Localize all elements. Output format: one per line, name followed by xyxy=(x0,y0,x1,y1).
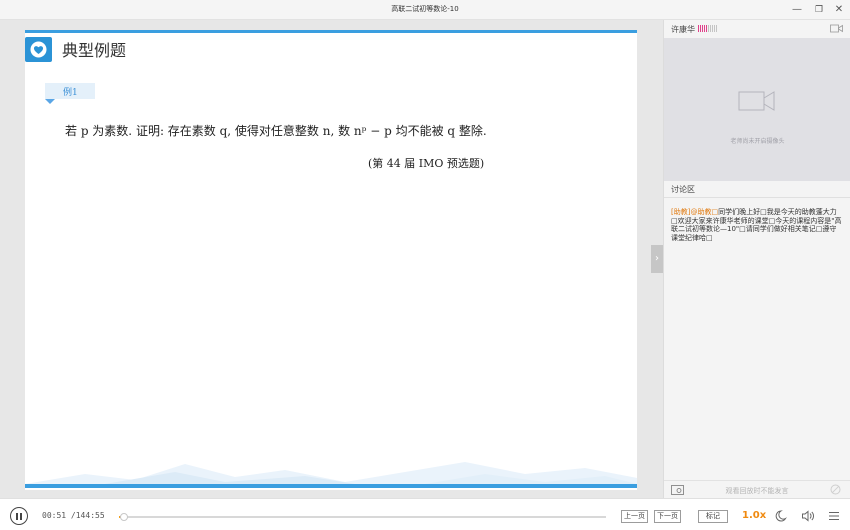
close-button[interactable]: ✕ xyxy=(831,2,847,18)
slide-bottom-rule xyxy=(25,484,637,488)
teacher-name: 许康华 xyxy=(671,25,695,34)
example-label: 例1 xyxy=(63,88,78,98)
night-mode-icon[interactable] xyxy=(775,509,789,523)
chevron-right-icon: › xyxy=(655,253,659,264)
problem-statement: 若 p 为素数. 证明: 存在素数 q, 使得对任意整数 n, 数 nᵖ − p… xyxy=(65,124,487,138)
progress-handle[interactable] xyxy=(120,513,128,521)
menu-icon[interactable] xyxy=(827,509,841,523)
problem-source: (第 44 届 IMO 预选题) xyxy=(368,157,485,170)
speed-button[interactable]: 1.0x xyxy=(742,510,766,521)
next-page-button[interactable]: 下一页 xyxy=(654,510,681,523)
slide-top-rule xyxy=(25,30,637,33)
current-time: 00:51 xyxy=(42,511,67,520)
chat-sender: [助教]@助教□ xyxy=(671,208,719,216)
volume-icon[interactable] xyxy=(801,509,815,523)
progress-track[interactable] xyxy=(119,513,606,521)
chat-message: [助教]@助教□同学们晚上好□我是今天的助教蓬大力□欢迎大家来许康华老师的课堂□… xyxy=(671,208,843,242)
divider xyxy=(664,480,850,481)
video-camera-icon xyxy=(738,91,775,111)
teacher-header: 许康华 xyxy=(664,20,850,38)
camera-toggle-icon[interactable] xyxy=(830,24,843,33)
heart-badge-icon xyxy=(25,37,52,62)
chat-message-list: [助教]@助教□同学们晚上好□我是今天的助教蓬大力□欢迎大家来许康华老师的课堂□… xyxy=(671,208,843,242)
slide-viewport: 典型例题 例1 若 p 为素数. 证明: 存在素数 q, 使得对任意整数 n, … xyxy=(0,20,663,498)
mark-button[interactable]: 标记 xyxy=(698,510,728,523)
divider xyxy=(664,197,850,198)
slide-page: 典型例题 例1 若 p 为素数. 证明: 存在素数 q, 使得对任意整数 n, … xyxy=(25,30,637,490)
prev-page-button[interactable]: 上一页 xyxy=(621,510,648,523)
slide-title: 典型例题 xyxy=(62,41,127,60)
teacher-video-area: 老师尚未开启摄像头 xyxy=(664,38,850,181)
pause-button[interactable] xyxy=(10,507,28,525)
chat-disabled-notice: 观看回放时不能发言 xyxy=(725,487,789,495)
total-time: /144:55 xyxy=(70,511,105,520)
time-display: 00:51 /144:55 xyxy=(42,511,105,520)
title-bar: 高联二试初等数论-10 — ❐ ✕ xyxy=(0,0,850,20)
ban-icon xyxy=(830,484,841,495)
window-title: 高联二试初等数论-10 xyxy=(391,5,459,13)
example-tag: 例1 xyxy=(45,83,95,104)
side-panel: 许康华 老师尚未开启摄像头 讨论区 [助教]@助教□同学们晚上好□我是今天的助教… xyxy=(663,20,850,498)
discussion-title: 讨论区 xyxy=(671,185,695,194)
mountain-decoration xyxy=(25,462,637,484)
minimize-button[interactable]: — xyxy=(789,2,805,18)
tag-pointer-icon xyxy=(45,99,55,104)
signal-strength-icon xyxy=(698,25,718,33)
camera-off-message: 老师尚未开启摄像头 xyxy=(730,138,785,145)
maximize-button[interactable]: ❐ xyxy=(811,2,827,18)
collapse-panel-button[interactable]: › xyxy=(651,245,663,273)
player-controls: 00:51 /144:55 上一页 下一页 标记 1.0x xyxy=(0,498,850,530)
